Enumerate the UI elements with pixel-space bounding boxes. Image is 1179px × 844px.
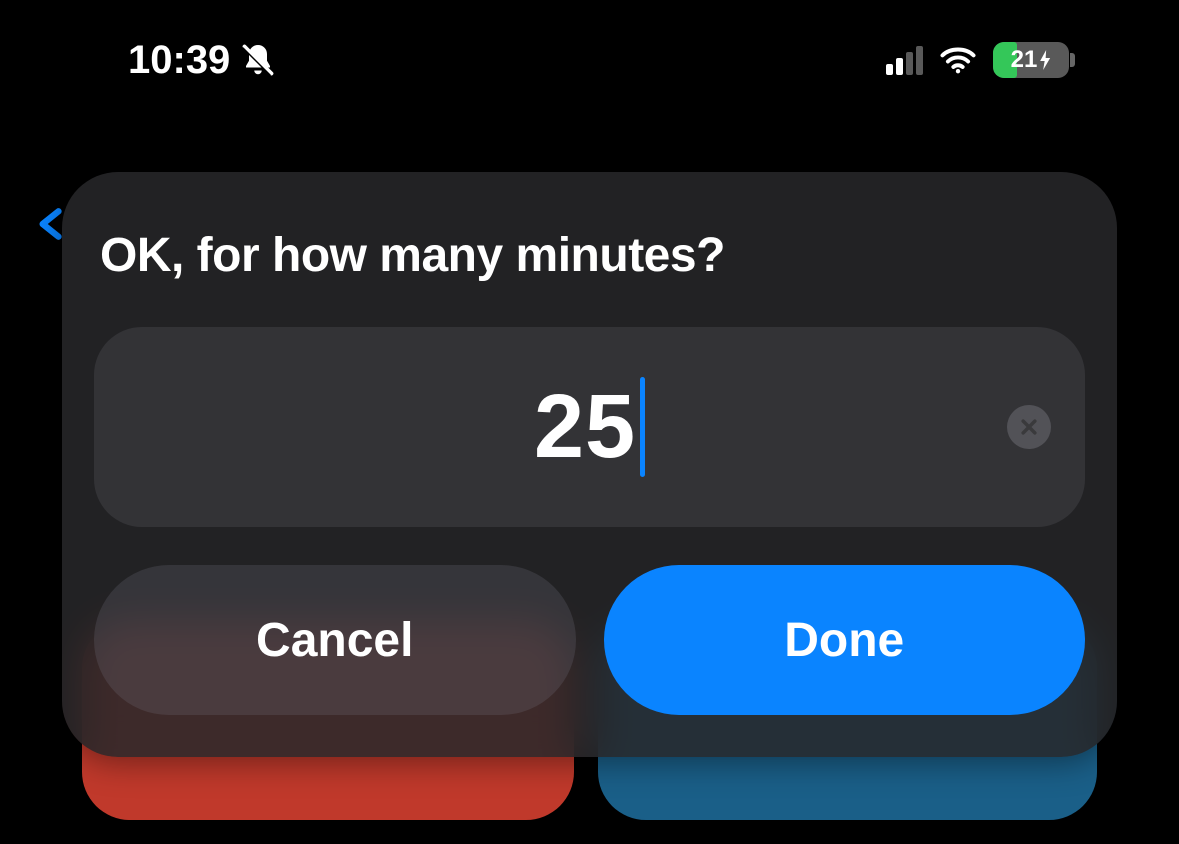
status-left: 10:39 xyxy=(128,38,276,83)
wifi-icon xyxy=(939,46,977,74)
input-value-text: 25 xyxy=(534,376,636,479)
input-dialog: OK, for how many minutes? 25 Cancel Done xyxy=(62,172,1117,757)
dialog-button-row: Cancel Done xyxy=(94,565,1085,715)
clear-input-button[interactable] xyxy=(1007,405,1051,449)
cellular-bar xyxy=(906,52,913,75)
minutes-input[interactable]: 25 xyxy=(94,327,1085,527)
cancel-button[interactable]: Cancel xyxy=(94,565,576,715)
battery-indicator: 21 xyxy=(993,42,1069,78)
battery-percent-text: 21 xyxy=(1011,48,1038,72)
dialog-title: OK, for how many minutes? xyxy=(94,228,1085,283)
cellular-bar xyxy=(886,64,893,75)
status-right: 21 xyxy=(886,42,1069,78)
status-bar: 10:39 21 xyxy=(0,0,1179,120)
silent-mode-icon xyxy=(240,42,276,78)
battery-label: 21 xyxy=(1011,48,1052,72)
input-value-wrap: 25 xyxy=(534,376,645,479)
battery-cap xyxy=(1070,53,1075,67)
close-icon xyxy=(1019,417,1039,437)
battery-charging-icon xyxy=(1038,50,1051,70)
cellular-signal-icon xyxy=(886,46,923,75)
text-caret xyxy=(640,377,645,477)
cellular-bar xyxy=(896,58,903,75)
done-button[interactable]: Done xyxy=(604,565,1086,715)
status-time: 10:39 xyxy=(128,38,230,83)
cellular-bar xyxy=(916,46,923,75)
